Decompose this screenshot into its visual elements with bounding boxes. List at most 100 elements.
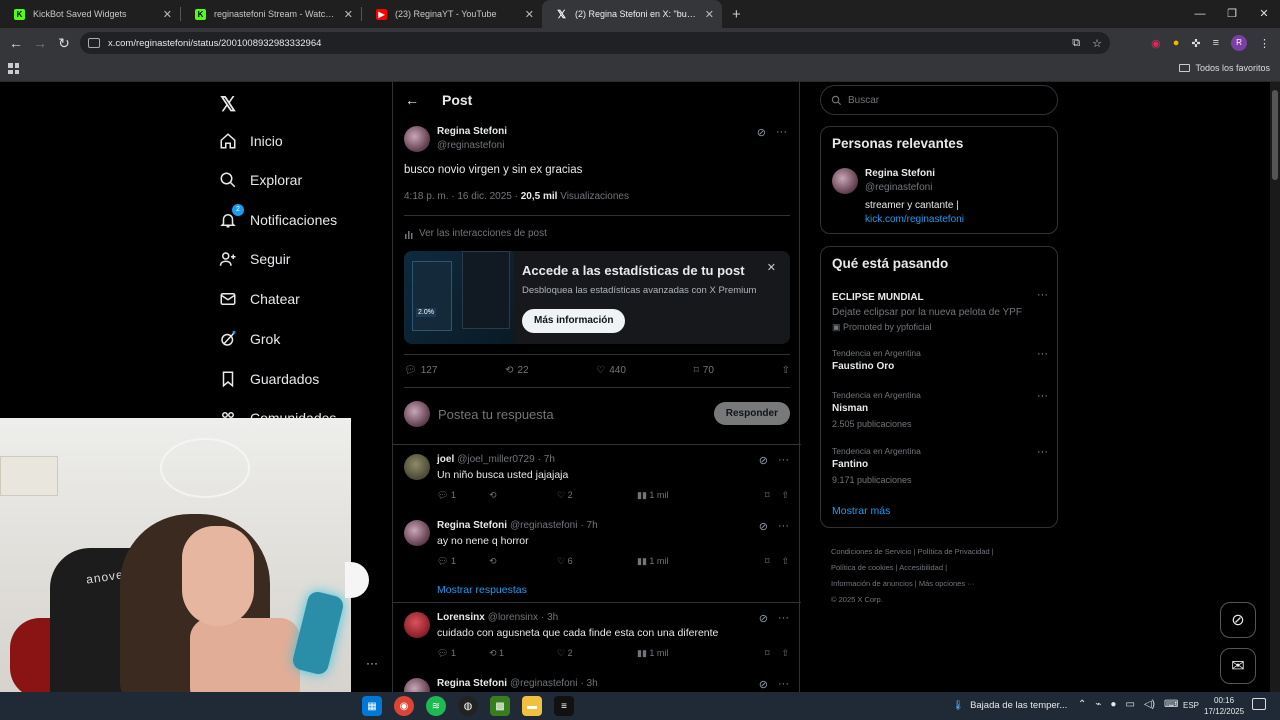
more-options-icon[interactable]: ···	[778, 678, 789, 691]
site-info-icon[interactable]	[88, 38, 100, 48]
like-button[interactable]: ♡ 6	[557, 556, 637, 567]
close-tab-icon[interactable]: ✕	[344, 8, 353, 21]
notification-center-icon[interactable]	[1252, 698, 1266, 710]
clock[interactable]: 00:16 17/12/2025	[1204, 695, 1244, 717]
reply-submit-button[interactable]: Responder	[713, 402, 790, 425]
post-timestamp[interactable]: 4:18 p. m. · 16 dic. 2025 ·	[404, 191, 521, 202]
reply-button[interactable]: 💬︎ 1	[437, 490, 489, 501]
share-icon[interactable]: ⇧	[781, 648, 789, 659]
more-options-icon[interactable]: ···	[1037, 289, 1048, 301]
forward-icon[interactable]: →	[28, 35, 52, 51]
reply-author-name[interactable]: joel	[437, 454, 454, 465]
reply-author-name[interactable]: Regina Stefoni	[437, 520, 507, 531]
show-replies-link[interactable]: Mostrar respuestas	[437, 584, 527, 596]
menu-kebab-icon[interactable]: ⋮	[1259, 37, 1270, 50]
relevant-handle[interactable]: @reginastefoni	[865, 182, 935, 193]
scrollbar-thumb[interactable]	[1272, 90, 1278, 180]
views-button[interactable]: ▮▮ 1 mil	[637, 490, 717, 501]
more-options-icon[interactable]: ···	[1037, 446, 1048, 458]
reply-handle[interactable]: @reginastefoni	[510, 520, 577, 531]
bookmark-icon[interactable]: ⌑	[765, 556, 770, 567]
avatar[interactable]	[404, 520, 430, 546]
grok-explain-icon[interactable]: ⊘	[759, 612, 768, 625]
all-bookmarks-folder[interactable]: Todos los favoritos	[1179, 63, 1270, 73]
bookmark-star-icon[interactable]: ☆	[1092, 37, 1102, 50]
grok-fab-button[interactable]: ⊘	[1220, 602, 1256, 638]
spotify-icon[interactable]: ≋	[426, 696, 446, 716]
network-icon[interactable]: ▭	[1125, 699, 1134, 710]
nav-item-guardados[interactable]: Guardados	[218, 366, 319, 392]
extension-icon[interactable]: ◉	[1151, 37, 1161, 50]
bookmark-button[interactable]: ⌑ 70	[694, 365, 714, 376]
avatar[interactable]	[404, 678, 430, 692]
avatar[interactable]	[832, 168, 858, 194]
like-button[interactable]: ♡ 440	[596, 365, 626, 376]
keyboard-icon[interactable]: ⌨	[1164, 699, 1178, 710]
more-info-button[interactable]: Más información	[522, 309, 626, 333]
close-window-icon[interactable]: ✕	[1248, 0, 1280, 28]
file-explorer-icon[interactable]: ▬	[522, 696, 542, 716]
messages-fab-button[interactable]: ✉	[1220, 648, 1256, 684]
more-options-icon[interactable]: ···	[778, 520, 789, 533]
nav-item-explorar[interactable]: Explorar	[218, 167, 302, 193]
share-icon[interactable]: ⇧	[781, 490, 789, 501]
nav-item-seguir[interactable]: Seguir	[218, 246, 290, 272]
usb-icon[interactable]: ⌁	[1095, 699, 1101, 710]
app-icon[interactable]: ≡	[554, 696, 574, 716]
more-options-icon[interactable]: ···	[778, 612, 789, 625]
repost-button[interactable]: ⟲ 1	[489, 648, 557, 659]
x-logo-icon[interactable]: 𝕏	[220, 92, 236, 117]
profile-avatar[interactable]: R	[1231, 35, 1247, 51]
trend-item[interactable]: Tendencia en Argentina Faustino Oro ···	[832, 348, 1048, 372]
close-icon[interactable]: ✕	[767, 261, 776, 274]
language-indicator[interactable]: ESP	[1183, 701, 1199, 710]
reply-author-name[interactable]: Regina Stefoni	[437, 678, 507, 689]
footer-line[interactable]: Política de cookies | Accesibilidad |	[831, 560, 1061, 576]
show-more-link[interactable]: Mostrar más	[832, 505, 890, 517]
task-view-icon[interactable]: ▦	[362, 696, 382, 716]
more-options-icon[interactable]: ···	[1037, 348, 1048, 360]
search-input[interactable]: Buscar	[820, 85, 1058, 115]
share-icon[interactable]: ⇧	[781, 556, 789, 567]
grok-explain-icon[interactable]: ⊘	[759, 520, 768, 533]
browser-tab-active[interactable]: 𝕏 (2) Regina Stefoni en X: "busco ✕	[542, 0, 722, 28]
nav-item-grok[interactable]: Grok	[218, 326, 280, 352]
author-handle[interactable]: @reginastefoni	[437, 140, 507, 151]
nav-item-inicio[interactable]: Inicio	[218, 128, 283, 154]
footer-line[interactable]: Información de anuncios | Más opciones ·…	[831, 576, 1061, 592]
repost-button[interactable]: ⟲	[489, 490, 557, 501]
minimize-icon[interactable]: —	[1184, 0, 1216, 28]
like-button[interactable]: ♡ 2	[557, 490, 637, 501]
grok-explain-icon[interactable]: ⊘	[759, 454, 768, 467]
post-author[interactable]: Regina Stefoni @reginastefoni	[404, 126, 507, 152]
trend-item[interactable]: Tendencia en Argentina Nisman 2.505 publ…	[832, 390, 1048, 429]
grok-explain-icon[interactable]: ⊘	[757, 126, 766, 139]
reply-button[interactable]: 💬︎ 127	[404, 365, 437, 376]
avatar[interactable]	[404, 612, 430, 638]
like-button[interactable]: ♡ 2	[557, 648, 637, 659]
weather-widget[interactable]: 🌡︎ Bajada de las temper...	[952, 700, 1067, 711]
view-interactions-link[interactable]: Ver las interacciones de post	[404, 228, 547, 239]
apps-grid-icon[interactable]	[8, 63, 19, 74]
extension-icon[interactable]: ●	[1173, 37, 1180, 49]
install-app-icon[interactable]: ⧉	[1072, 37, 1080, 50]
reply-handle[interactable]: @joel_miller0729	[457, 454, 534, 465]
volume-icon[interactable]: ◁)	[1144, 699, 1155, 710]
back-icon[interactable]: ←	[4, 35, 28, 51]
chevron-up-icon[interactable]: ⌃	[1078, 699, 1086, 710]
reply-input[interactable]: Postea tu respuesta	[438, 407, 554, 422]
media-control-icon[interactable]: ≡	[1213, 37, 1219, 49]
author-name[interactable]: Regina Stefoni	[437, 126, 507, 137]
bookmark-icon[interactable]: ⌑	[765, 648, 770, 659]
share-button[interactable]: ⇧	[782, 365, 790, 376]
avatar[interactable]	[404, 454, 430, 480]
extensions-puzzle-icon[interactable]: ✜	[1191, 37, 1200, 50]
relevant-name[interactable]: Regina Stefoni	[865, 168, 935, 179]
views-button[interactable]: ▮▮ 1 mil	[637, 556, 717, 567]
trend-item[interactable]: ECLIPSE MUNDIAL Dejate eclipsar por la n…	[832, 289, 1048, 333]
reply-button[interactable]: 💬︎ 1	[437, 556, 489, 567]
grok-explain-icon[interactable]: ⊘	[759, 678, 768, 691]
more-options-icon[interactable]: ···	[366, 656, 378, 670]
more-options-icon[interactable]: ···	[776, 126, 787, 139]
bio-link[interactable]: kick.com/reginastefoni	[865, 213, 964, 227]
